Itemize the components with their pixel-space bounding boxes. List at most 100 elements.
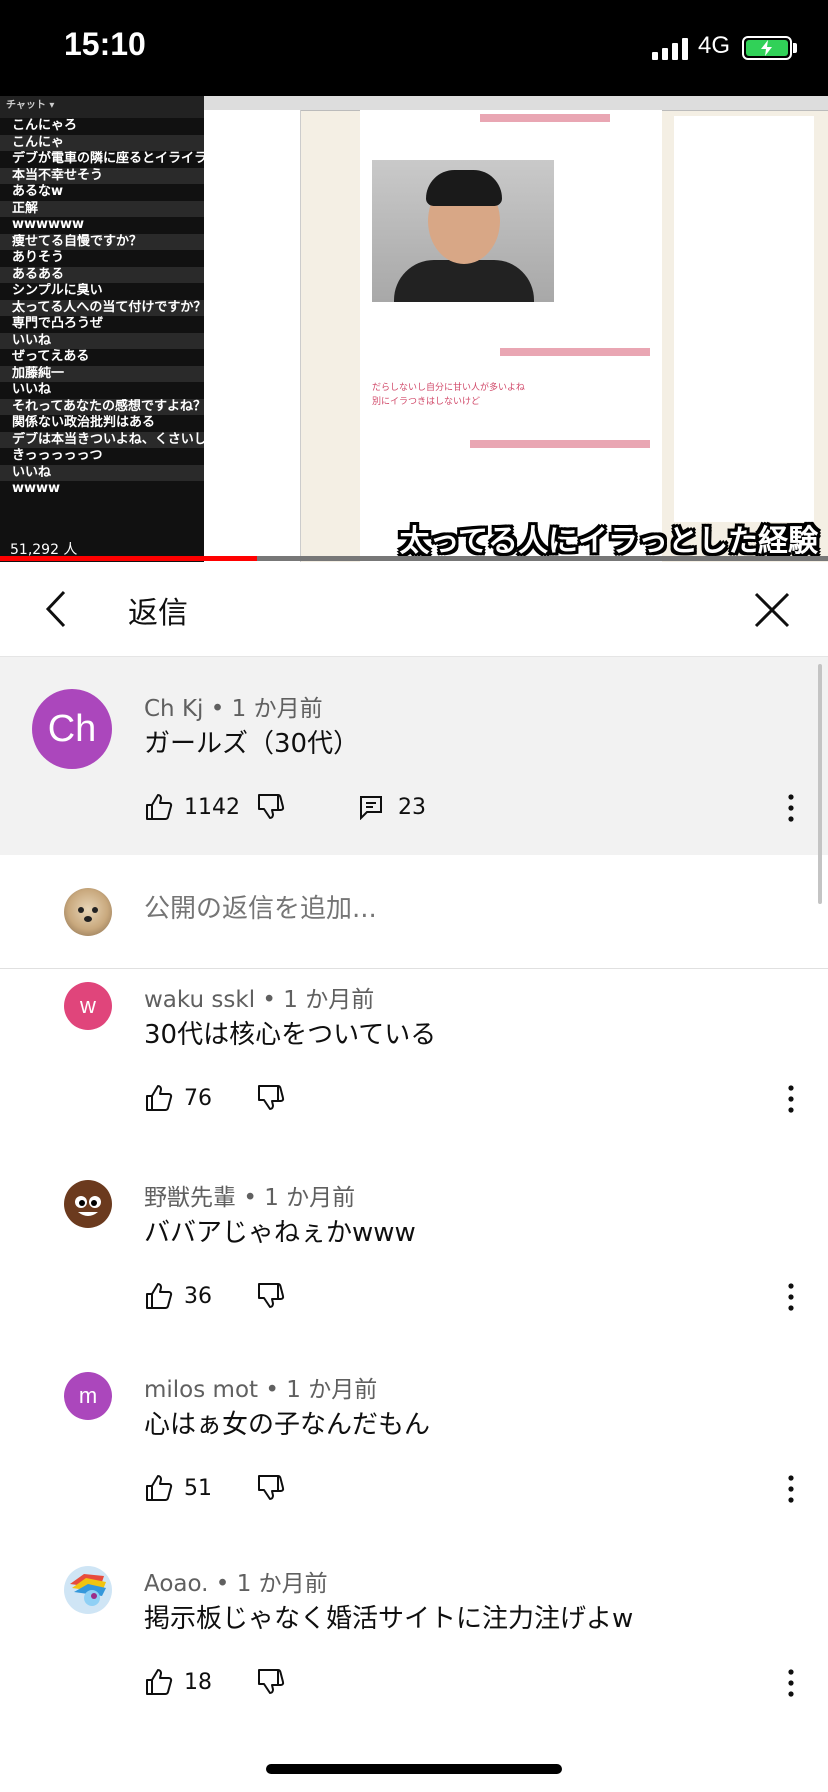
chat-message: ぜってえある [12,349,90,364]
chat-message: 専門で凸ろうぜ [12,316,104,331]
reply-input[interactable] [144,894,764,924]
video-progress-bar[interactable] [0,556,828,561]
chat-message: wwww [12,481,61,496]
like-count: 51 [184,1475,212,1501]
like-button[interactable]: 18 [144,1666,212,1698]
clock: 15:10 [64,26,146,62]
like-button[interactable]: 1142 [144,791,240,823]
chat-header: チャット ▾ [0,96,204,118]
back-arrow-icon[interactable] [40,586,80,632]
chat-message: こんにゃ [0,134,204,151]
like-button[interactable]: 36 [144,1280,212,1312]
comment-text: 掲示板じゃなく婚活サイトに注力注げよw [144,1604,634,1634]
more-options-icon[interactable] [787,793,795,823]
reply-comment: w waku sskl • 1 か月前 30代は核心をついている 76 [0,968,828,1164]
chat-message: シンプルに臭い [12,283,103,298]
chat-lines: こんにゃろ こんにゃ デブが電車の隣に座るとイライラ 本当不幸せそう あるなw 正解 www… [0,118,204,498]
dislike-button[interactable] [256,791,286,823]
more-options-icon[interactable] [787,1474,795,1504]
dog-avatar-icon [78,907,98,922]
comment-text: 30代は核心をついている [144,1020,437,1050]
like-button[interactable]: 51 [144,1472,212,1504]
author-name[interactable]: milos mot [144,1377,258,1403]
thumbs-up-icon [146,1283,173,1309]
chat-message: 加藤純一 [0,365,204,382]
pony-avatar-icon[interactable] [64,1566,112,1614]
author-name[interactable]: Ch Kj [144,696,203,722]
chat-message: あるなw [12,184,64,199]
thumbs-up-icon [146,1085,173,1111]
like-count: 18 [184,1669,212,1695]
chat-message: wwwwww [12,217,85,232]
thumbs-down-icon [258,794,285,819]
dislike-button[interactable] [256,1666,286,1698]
forum-text: 別にイラつきはしないけど [372,397,481,407]
comment-time: 1 か月前 [283,987,375,1013]
separator: • [265,1377,279,1403]
like-button[interactable]: 76 [144,1082,212,1114]
reply-comment: 野獣先輩 • 1 か月前ババアじゃねぇかwww 36 [0,1166,828,1362]
more-options-icon[interactable] [787,1668,795,1698]
poop-emoji-avatar-icon[interactable] [64,1180,112,1228]
more-options-icon[interactable] [787,1282,795,1312]
reply-count: 23 [398,794,426,820]
forum-text: だらしないし自分に甘い人が多いよね [372,383,525,393]
signal-icon [652,38,688,60]
vote-bar [480,114,610,122]
chat-message: いいね [12,382,52,397]
comment-time: 1 か月前 [286,1377,378,1403]
thumbs-down-icon [258,1283,285,1308]
author-name[interactable]: waku sskl [144,987,255,1013]
avatar[interactable]: m [64,1372,112,1420]
comment-icon [360,796,382,820]
like-count: 1142 [184,794,240,820]
avatar[interactable]: Ch [32,689,112,769]
reply-comment: Aoao. • 1 か月前掲示板じゃなく婚活サイトに注力注げよw 18 [0,1552,828,1748]
chat-message: いいね [0,464,204,481]
battery-cap [793,43,797,53]
thumbs-down-icon [258,1085,285,1110]
forum-sidebar [674,116,814,522]
user-avatar [64,888,112,936]
video-browser-frame: だらしないし自分に甘い人が多いよね 別にイラつきはしないけど [204,96,828,562]
comment-meta: Aoao. • 1 か月前 [144,1564,328,1598]
like-count: 36 [184,1283,212,1309]
status-bar: 15:10 4G [0,0,828,96]
add-reply-section [0,856,828,969]
dislike-button[interactable] [256,1280,286,1312]
chat-message: 関係ない政治批判はある [12,415,156,430]
author-name[interactable]: 野獣先輩 [144,1185,236,1211]
replies-header: 返信 [0,562,828,657]
more-options-icon[interactable] [787,1084,795,1114]
separator: • [215,1571,230,1597]
reply-count-button[interactable]: 23 [358,791,426,823]
chat-message: いいね [0,332,204,349]
comment-text: 心はぁ女の子なんだもん [144,1410,431,1440]
comment-time: 1 か月前 [231,696,323,722]
chat-message: デブは本当きついよね、くさいし [0,431,204,448]
chat-message: こんにゃろ [12,118,78,133]
close-icon[interactable] [752,590,792,630]
page-title: 返信 [128,596,188,631]
separator: • [243,1185,257,1211]
chat-message: 正解 [0,200,204,217]
bookmark-pane [204,110,301,562]
comment-meta: waku sskl • 1 か月前 [144,980,374,1014]
chat-message: 太ってる人への当て付けですか？ [0,299,204,316]
video-progress-fill [0,556,257,561]
dislike-button[interactable] [256,1082,286,1114]
comment-time: 1 か月前 [236,1571,328,1597]
author-name[interactable]: Aoao. [144,1571,208,1597]
comment-meta: 野獣先輩 • 1 か月前 [144,1178,355,1212]
video-player[interactable]: チャット ▾ こんにゃろ こんにゃ デブが電車の隣に座るとイライラ 本当不幸せそう ある… [0,96,828,562]
comment-meta: Ch Kj • 1 か月前 [144,689,323,723]
thumbs-up-icon [146,794,173,820]
home-indicator[interactable] [266,1764,562,1774]
comment-text: ガールズ（30代） [144,729,360,759]
chat-message: 痩せてる自慢ですか？ [0,233,204,250]
thumbs-up-icon [146,1475,173,1501]
dislike-button[interactable] [256,1472,286,1504]
avatar[interactable]: w [64,982,112,1030]
comment-text: ババアじゃねぇかwww [144,1218,416,1248]
comment-time: 1 か月前 [264,1185,356,1211]
